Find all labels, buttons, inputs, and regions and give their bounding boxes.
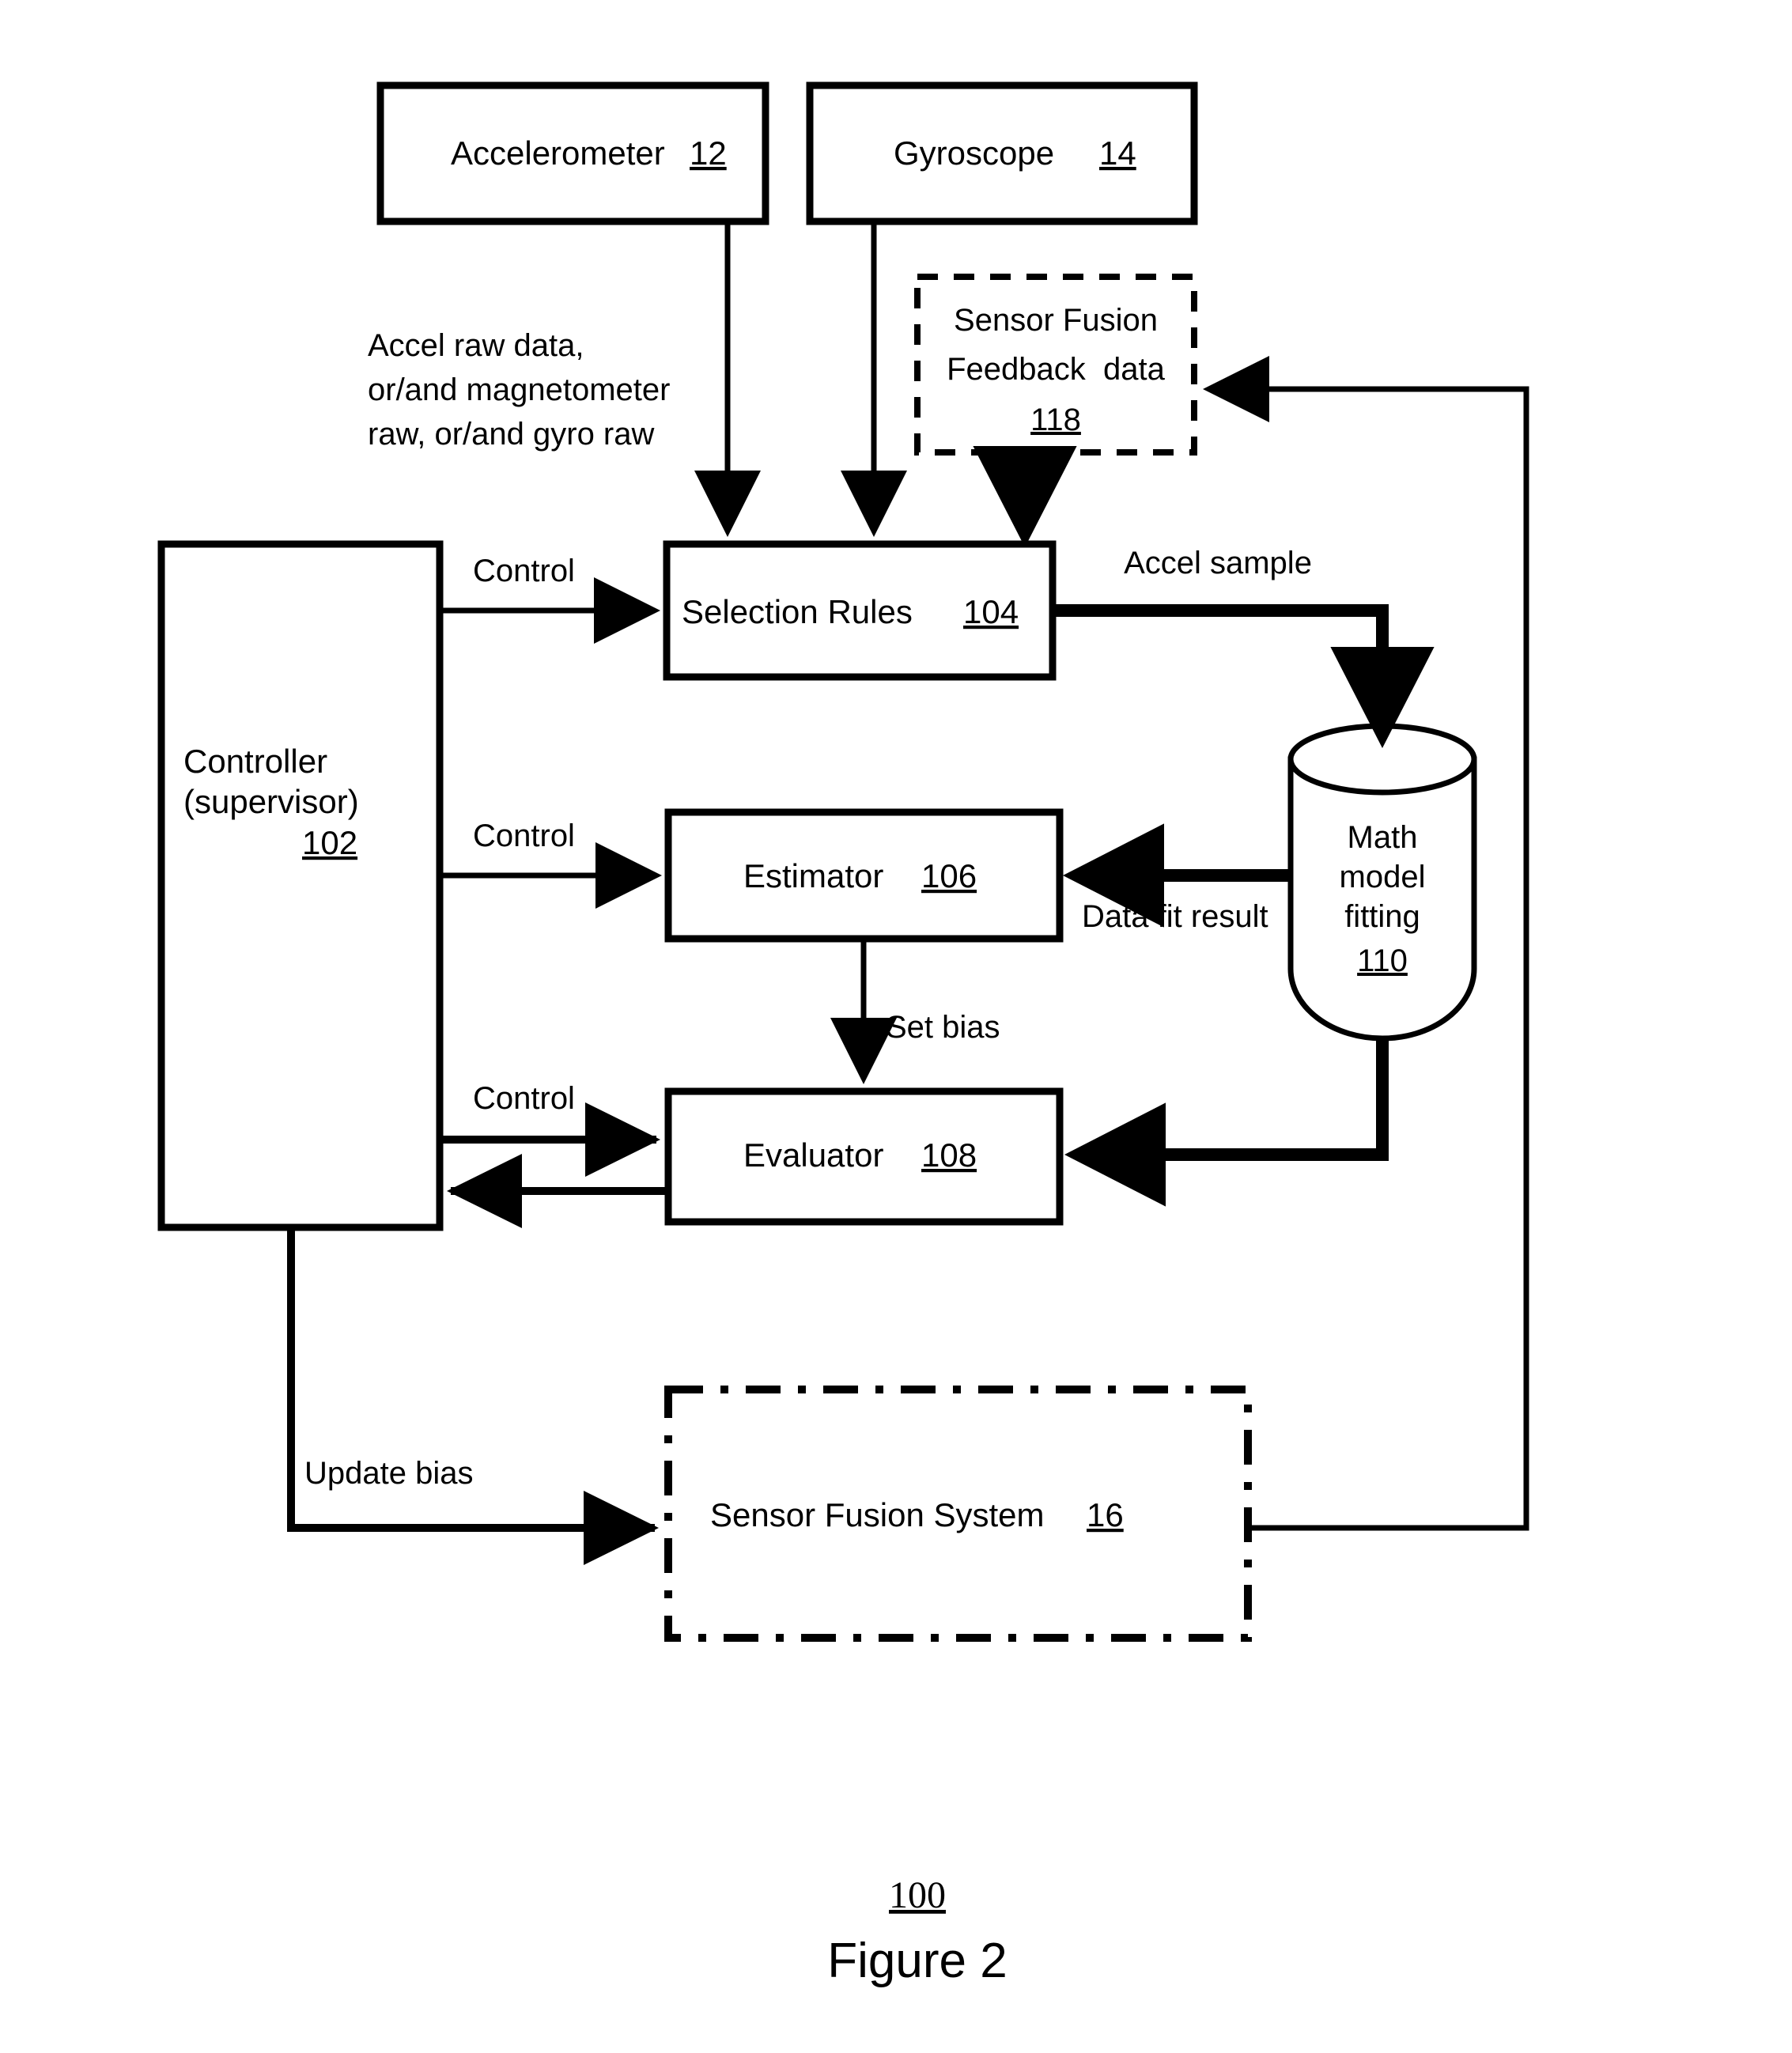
evaluator-label: Evaluator [743,1136,883,1174]
sensor-fusion-system-label: Sensor Fusion System [710,1496,1045,1533]
feedback-data-ref: 118 [1030,403,1081,437]
control-label-evaluator: Control [473,1081,575,1116]
selection-rules-ref: 104 [963,593,1019,630]
controller-block [157,540,444,1231]
edge-accel-sample-to-math-model [1053,604,1435,748]
estimator-ref: 106 [921,857,977,894]
math-model-ref: 110 [1357,943,1408,978]
math-model-label-line2: model [1340,860,1426,894]
edge-math-model-to-evaluator [1064,1038,1389,1207]
figure-caption: Figure 2 [827,1934,1007,1988]
gyroscope-label: Gyroscope [894,134,1054,172]
controller-label-line2: (supervisor) [183,783,359,820]
data-fit-result-label: Data fit result [1082,899,1268,934]
math-model-label-line3: fitting [1344,899,1420,934]
math-model-label-line1: Math [1348,820,1418,855]
evaluator-ref: 108 [921,1136,977,1174]
control-label-estimator: Control [473,819,575,853]
block-diagram: Accelerometer 12 Gyroscope 14 Accel raw … [157,81,1529,1988]
update-bias-label: Update bias [304,1456,473,1491]
set-bias-label: Set bias [886,1010,1000,1045]
accelerometer-ref: 12 [690,134,727,172]
gyroscope-ref: 14 [1099,134,1136,172]
accel-sample-label: Accel sample [1124,546,1312,580]
patent-figure-page: Accelerometer 12 Gyroscope 14 Accel raw … [0,0,1792,2053]
control-label-selection-rules: Control [473,554,575,588]
feedback-data-label-line1: Sensor Fusion [954,303,1158,338]
estimator-label: Estimator [743,857,883,894]
controller-label-line1: Controller [183,743,327,780]
raw-data-label-line3: raw, or/and gyro raw [368,417,654,452]
selection-rules-label: Selection Rules [682,593,913,630]
feedback-data-label-line2: Feedback data [947,352,1165,387]
figure-number: 100 [889,1874,946,1916]
raw-data-label-line1: Accel raw data, [368,328,584,363]
math-model-cylinder-top [1287,723,1477,796]
controller-ref: 102 [302,824,357,861]
accelerometer-label: Accelerometer [451,134,665,172]
sensor-fusion-system-ref: 16 [1087,1496,1124,1533]
raw-data-label-line2: or/and magnetometer [368,372,670,407]
